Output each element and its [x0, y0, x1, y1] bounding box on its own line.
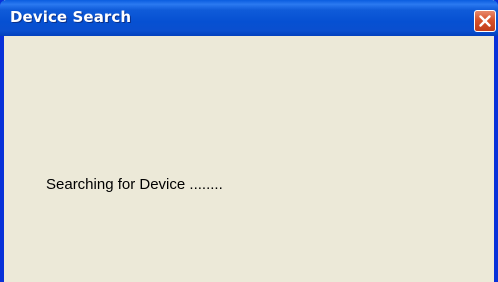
device-search-dialog: Device Search Searching for Device .....…	[0, 0, 498, 282]
title-bar[interactable]: Device Search	[0, 0, 498, 36]
close-button[interactable]	[474, 10, 496, 32]
status-message: Searching for Device ........	[46, 176, 223, 193]
window-title: Device Search	[10, 8, 132, 26]
close-x-icon	[479, 15, 491, 27]
dialog-body: Searching for Device ........	[4, 36, 494, 282]
